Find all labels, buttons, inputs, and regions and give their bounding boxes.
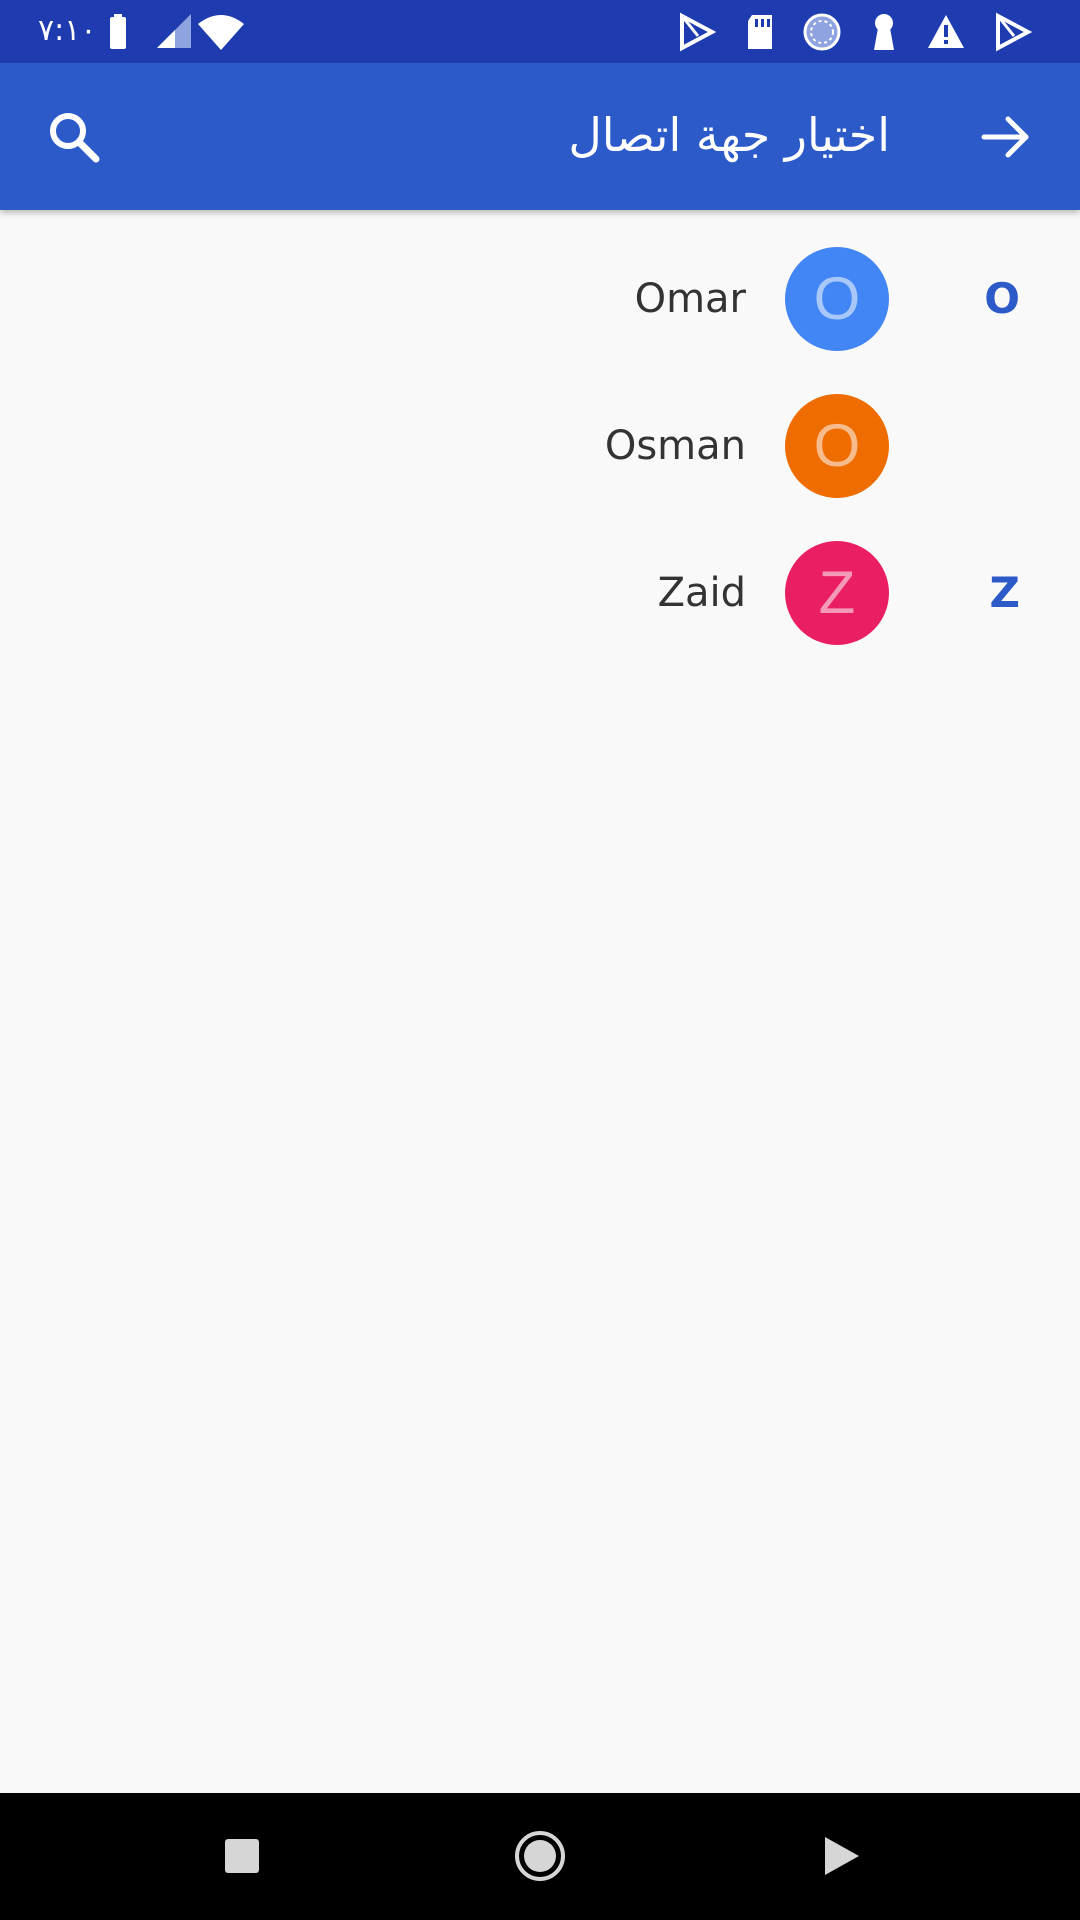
- contact-name: Osman: [604, 423, 746, 469]
- play-store-icon: [680, 12, 716, 52]
- contact-name: Omar: [634, 276, 746, 322]
- search-icon[interactable]: [36, 99, 112, 175]
- status-time: ٧:١٠: [38, 13, 97, 48]
- section-letter: O: [984, 274, 1020, 323]
- signal-icon: [157, 14, 191, 48]
- arrow-forward-icon[interactable]: [968, 99, 1044, 175]
- section-letter: Z: [989, 568, 1020, 617]
- sync-icon: [803, 13, 841, 51]
- avatar: O: [785, 247, 889, 351]
- contact-row-zaid[interactable]: Z Z Zaid: [0, 541, 1080, 688]
- recents-icon[interactable]: [207, 1821, 277, 1891]
- contact-name: Zaid: [657, 570, 746, 616]
- page-title: اختيار جهة اتصال: [568, 108, 890, 162]
- home-icon[interactable]: [505, 1821, 575, 1891]
- app-bar: اختيار جهة اتصال: [0, 63, 1080, 210]
- sd-card-icon: [748, 15, 772, 49]
- wifi-icon: [198, 15, 244, 50]
- battery-icon: [110, 14, 126, 49]
- contact-row-omar[interactable]: O O Omar: [0, 247, 1080, 394]
- avatar: Z: [785, 541, 889, 645]
- navigation-bar: [0, 1793, 1080, 1920]
- play-store-icon: [996, 12, 1032, 52]
- contact-row-osman[interactable]: O Osman: [0, 394, 1080, 541]
- warning-icon: [928, 15, 964, 48]
- back-icon[interactable]: [805, 1821, 875, 1891]
- avatar: O: [785, 394, 889, 498]
- keyhole-icon: [874, 14, 894, 50]
- status-bar: ٧:١٠: [0, 0, 1080, 63]
